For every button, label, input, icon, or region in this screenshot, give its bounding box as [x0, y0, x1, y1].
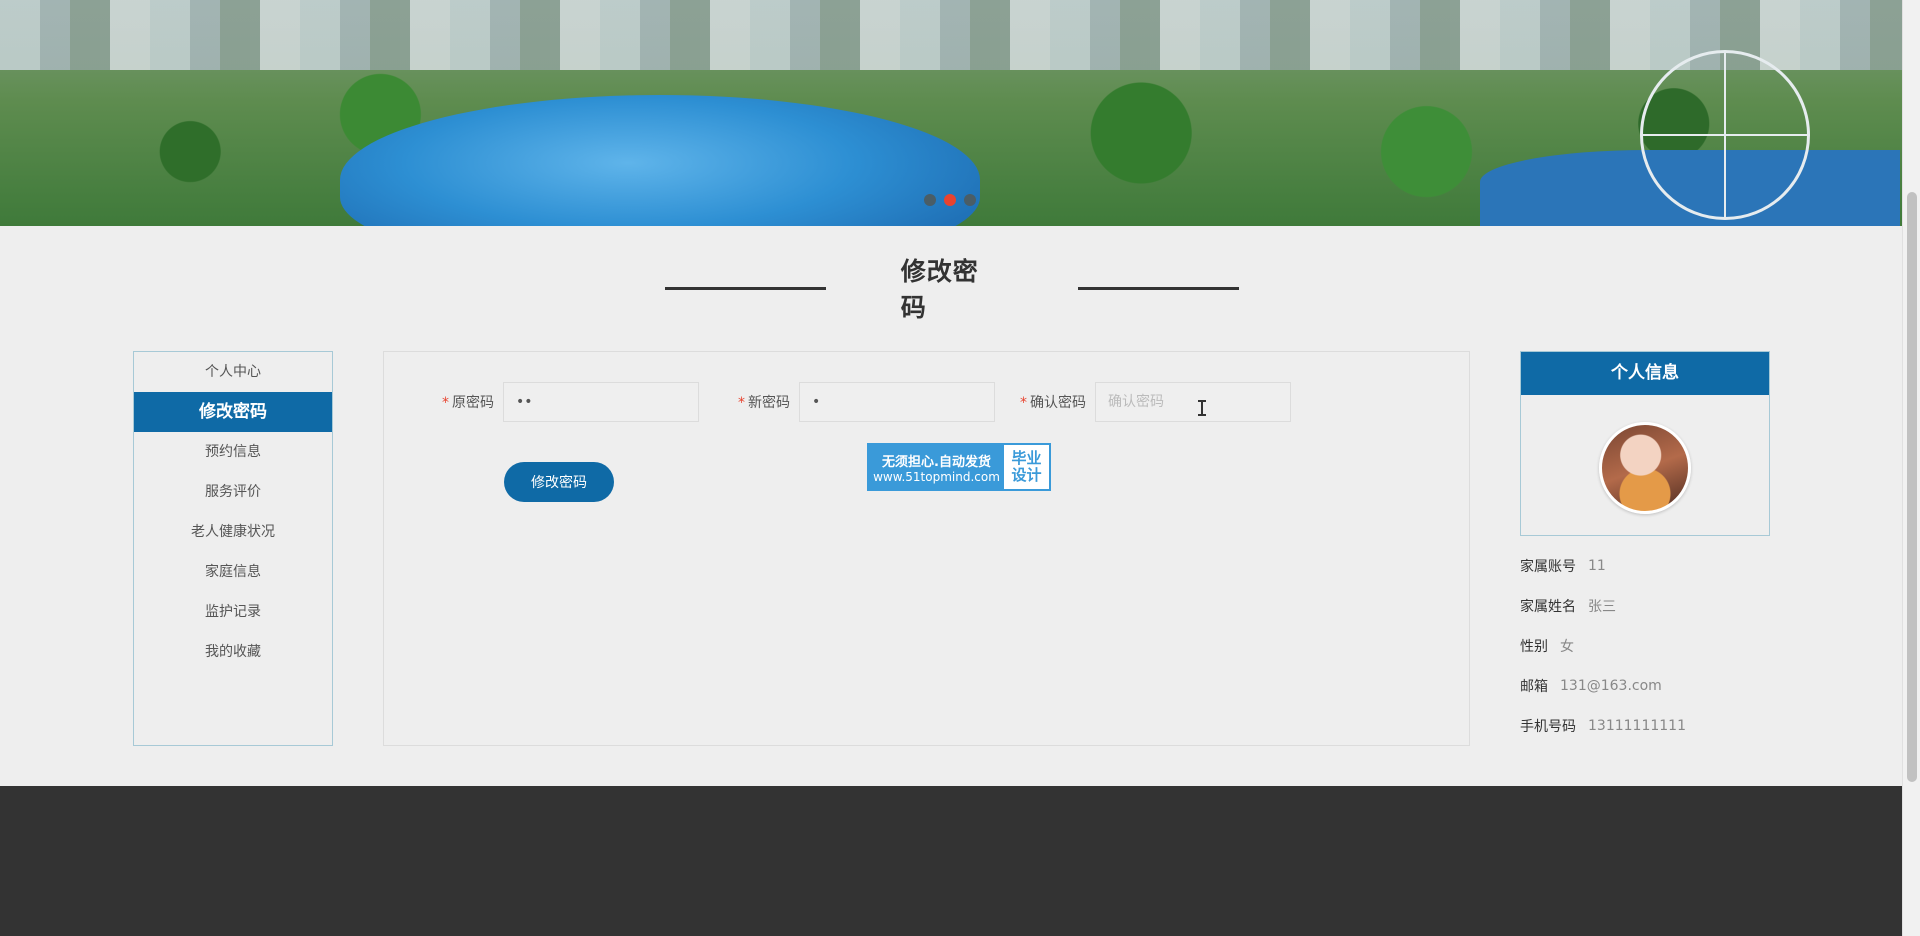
nav-item-guardian-records[interactable]: 监护记录: [134, 592, 332, 632]
info-key: 手机号码: [1520, 719, 1576, 735]
nav-item-personal-center[interactable]: 个人中心: [134, 352, 332, 392]
old-password-input[interactable]: [503, 382, 699, 422]
text-cursor-icon: [1198, 400, 1206, 416]
section-title: 修改密码: [665, 257, 1239, 322]
nav-item-service-reviews[interactable]: 服务评价: [134, 472, 332, 512]
nav-item-appointments[interactable]: 预约信息: [134, 432, 332, 472]
page-scrollbar[interactable]: [1902, 0, 1920, 936]
info-row-email: 邮箱 131@163.com: [1520, 666, 1780, 706]
info-key: 邮箱: [1520, 679, 1548, 695]
watermark-left: 无须担心.自动发货 www.51topmind.com: [869, 445, 1004, 489]
carousel-dots: [924, 194, 976, 206]
field-old-password: * 原密码: [442, 382, 699, 422]
required-mark: *: [1020, 395, 1027, 411]
confirm-password-label: * 确认密码: [1020, 392, 1086, 412]
confirm-password-input[interactable]: [1095, 382, 1291, 422]
profile-title: 个人信息: [1521, 352, 1769, 395]
profile-info-list: 家属账号 11 家属姓名 张三 性别 女 邮箱 131@163.com 手机号码…: [1520, 546, 1780, 746]
info-row-name: 家属姓名 张三: [1520, 586, 1780, 626]
new-password-label-text: 新密码: [748, 395, 790, 411]
new-password-input[interactable]: [799, 382, 995, 422]
field-new-password: * 新密码: [738, 382, 995, 422]
info-row-account: 家属账号 11: [1520, 546, 1780, 586]
nav-item-family-info[interactable]: 家庭信息: [134, 552, 332, 592]
info-key: 性别: [1520, 639, 1548, 655]
info-row-phone: 手机号码 13111111111: [1520, 706, 1780, 746]
info-value: 13111111111: [1588, 718, 1686, 734]
watermark-badge: 无须担心.自动发货 www.51topmind.com 毕业设计: [867, 443, 1051, 491]
hero-banner: [0, 0, 1902, 226]
field-confirm-password: * 确认密码: [1020, 382, 1291, 422]
change-password-button[interactable]: 修改密码: [504, 462, 614, 502]
profile-card: 个人信息: [1520, 351, 1770, 536]
watermark-right: 毕业设计: [1011, 449, 1042, 484]
page-footer: [0, 786, 1902, 936]
required-mark: *: [738, 395, 745, 411]
info-row-gender: 性别 女: [1520, 626, 1780, 666]
avatar: [1599, 422, 1691, 514]
carousel-dot-1[interactable]: [924, 194, 936, 206]
password-form: * 原密码 * 新密码 * 确认密码 修改密码: [383, 351, 1470, 746]
scrollbar-thumb[interactable]: [1907, 192, 1917, 782]
title-line-right: [1078, 286, 1239, 290]
new-password-label: * 新密码: [738, 392, 790, 412]
info-value: 131@163.com: [1560, 678, 1662, 694]
title-line-left: [665, 286, 826, 290]
info-key: 家属姓名: [1520, 599, 1576, 615]
watermark-line1: 无须担心.自动发货: [882, 454, 991, 470]
left-nav: 个人中心 修改密码 预约信息 服务评价 老人健康状况 家庭信息 监护记录 我的收…: [133, 351, 333, 746]
carousel-dot-2[interactable]: [944, 194, 956, 206]
info-key: 家属账号: [1520, 559, 1576, 575]
nav-item-elder-health[interactable]: 老人健康状况: [134, 512, 332, 552]
required-mark: *: [442, 395, 449, 411]
info-value: 11: [1588, 558, 1606, 574]
nav-item-favorites[interactable]: 我的收藏: [134, 632, 332, 672]
info-value: 女: [1560, 639, 1574, 655]
carousel-dot-3[interactable]: [964, 194, 976, 206]
confirm-password-label-text: 确认密码: [1030, 395, 1086, 411]
old-password-label-text: 原密码: [452, 395, 494, 411]
page-title: 修改密码: [900, 257, 979, 322]
ferris-wheel: [1640, 50, 1810, 220]
old-password-label: * 原密码: [442, 392, 494, 412]
watermark-line2: www.51topmind.com: [873, 469, 1000, 484]
info-value: 张三: [1588, 599, 1616, 615]
nav-item-change-password[interactable]: 修改密码: [134, 392, 332, 432]
